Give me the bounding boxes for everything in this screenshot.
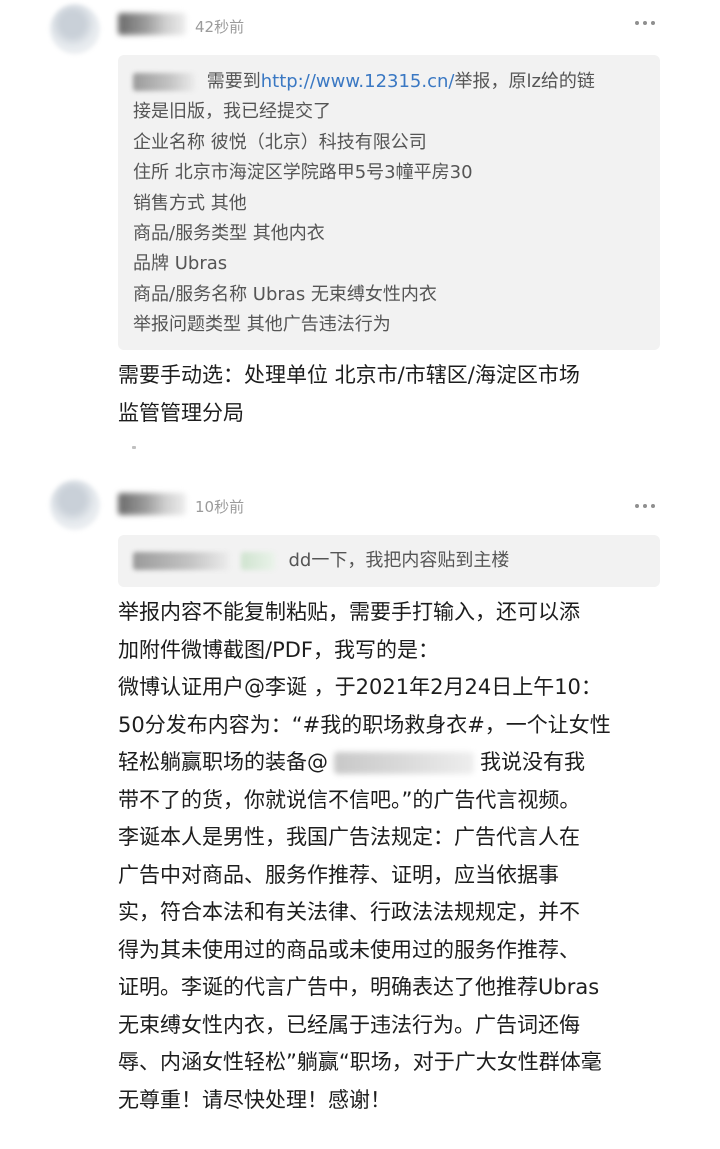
comment-body: 举报内容不能复制粘贴，需要手打输入，还可以添 加附件微博截图/PDF，我写的是：… — [118, 594, 611, 1119]
avatar[interactable] — [50, 4, 100, 54]
quote-line: 需要到http://www.12315.cn/举报，原lz给的链 — [133, 67, 660, 97]
body-line: 带不了的货，你就说信不信吧。”的广告代言视频。 — [118, 787, 581, 812]
body-line: 无束缚女性内衣，已经属于违法行为。广告词还侮 — [118, 1012, 580, 1037]
body-line: 举报内容不能复制粘贴，需要手打输入，还可以添 — [118, 600, 580, 624]
quote-line: 住所 北京市海淀区学院路甲5号3幢平房30 — [133, 162, 473, 184]
quote-line: 接是旧版，我已经提交了 — [133, 101, 331, 123]
more-options-icon[interactable] — [635, 504, 655, 508]
mention-redacted — [240, 552, 275, 570]
quoted-username-redacted — [133, 73, 195, 91]
body-line: 无尊重！请尽快处理！感谢！ — [118, 1087, 391, 1112]
body-line: 加附件微博截图/PDF，我写的是： — [118, 637, 439, 662]
body-line: 50分发布内容为：“#我的职场救身衣#，一个让女性 — [118, 712, 611, 737]
body-line: 监管管理分局 — [118, 400, 244, 425]
timestamp: 10秒前 — [195, 498, 245, 516]
body-line: 辱、内涵女性轻松”躺赢“职场，对于广大女性群体毫 — [118, 1050, 602, 1074]
body-line: 需要手动选：处理单位 北京市/市辖区/海淀区市场 — [118, 363, 580, 387]
body-line: 广告中对商品、服务作推荐、证明，应当依据事 — [118, 862, 559, 887]
body-line: 证明。李诞的代言广告中，明确表达了他推荐Ubras — [118, 975, 600, 999]
timestamp: 42秒前 — [195, 18, 245, 36]
avatar[interactable] — [50, 480, 100, 530]
username-redacted[interactable] — [118, 13, 186, 35]
body-line: 得为其未使用过的商品或未使用过的服务作推荐、 — [118, 937, 580, 962]
body-line: 微博认证用户@李诞 ，于2021年2月24日上午10： — [118, 675, 602, 699]
username-redacted[interactable] — [118, 493, 186, 515]
report-link[interactable]: http://www.12315.cn/ — [261, 71, 455, 92]
quoted-reply[interactable]: dd一下，我把内容贴到主楼 — [118, 535, 660, 587]
body-line: 轻松躺赢职场的装备@ 我说没有我 — [118, 750, 585, 774]
body-line: 李诞本人是男性，我国广告法规定：广告代言人在 — [118, 825, 580, 849]
body-line: 实，符合本法和有关法律、行政法法规规定，并不 — [118, 900, 580, 924]
quoted-reply[interactable]: 需要到http://www.12315.cn/举报，原lz给的链 接是旧版，我已… — [118, 55, 660, 350]
comment-body: 需要手动选：处理单位 北京市/市辖区/海淀区市场 监管管理分局 — [118, 357, 580, 432]
quote-line: 举报问题类型 其他广告违法行为 — [133, 314, 391, 336]
quote-line: dd一下，我把内容贴到主楼 — [133, 546, 660, 576]
quote-line: 商品/服务名称 Ubras 无束缚女性内衣 — [133, 283, 437, 305]
quoted-username-redacted — [133, 552, 229, 570]
more-options-icon[interactable] — [635, 21, 655, 25]
quote-line: 商品/服务类型 其他内衣 — [133, 223, 325, 245]
quote-line: 企业名称 彼悦（北京）科技有限公司 — [133, 131, 427, 153]
mention-redacted[interactable] — [334, 752, 474, 774]
quote-line: 销售方式 其他 — [133, 192, 247, 214]
quote-line: 品牌 Ubras — [133, 253, 228, 275]
divider-mark — [132, 446, 136, 449]
